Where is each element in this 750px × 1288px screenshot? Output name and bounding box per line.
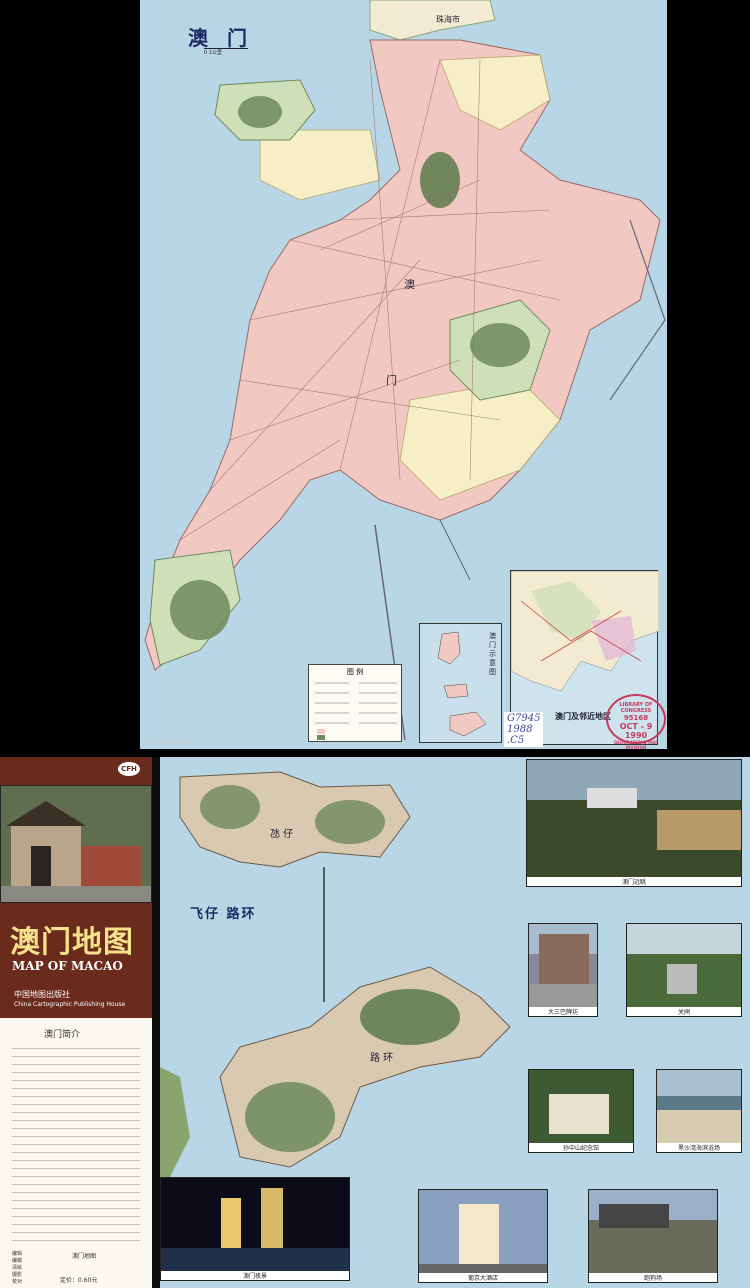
credit-label: 校对 bbox=[12, 1279, 23, 1285]
credit-label: 清绘 bbox=[12, 1265, 23, 1271]
back-title: 澳门地图 bbox=[72, 1253, 97, 1260]
photo-caption: 澳门远眺 bbox=[527, 877, 741, 886]
cover-title-cn: 澳门地图 bbox=[10, 925, 134, 960]
islands-map-title: 飞仔 路环 bbox=[190, 907, 257, 922]
photo-caption: 关闸 bbox=[627, 1007, 741, 1016]
photo-art bbox=[529, 1070, 633, 1144]
inset-schematic-title: 澳门示意图 bbox=[489, 632, 496, 676]
cover-temple-photo bbox=[0, 785, 152, 903]
map-title: 澳 门 bbox=[188, 26, 253, 50]
credit-label: 编稿 bbox=[12, 1258, 23, 1264]
photo-caption: 大三巴牌坊 bbox=[529, 1007, 597, 1016]
library-of-congress-stamp: LIBRARY OF CONGRESS 95168 OCT - 9 1990 G… bbox=[606, 694, 666, 749]
credits-block: 编辑 编稿 清绘 摄影 校对 bbox=[12, 1251, 52, 1286]
cover-publisher-en: China Cartographic Publishing House bbox=[14, 1001, 126, 1008]
stamp-line-4: GEOGRAPHY & MAP DIVISION bbox=[613, 740, 659, 749]
photo-caption: 澳门夜景 bbox=[161, 1271, 349, 1280]
label-taipa: 氹 仔 bbox=[270, 829, 294, 840]
photo-hac-sa-beach: 黑沙湾海滨浴场 bbox=[656, 1069, 742, 1153]
photo-canidrome: 跑狗场 bbox=[588, 1189, 718, 1283]
label-macau-center-2: 门 bbox=[386, 374, 397, 387]
photo-st-pauls-ruins: 大三巴牌坊 bbox=[528, 923, 598, 1017]
scale-bar-label: 0 1公里 bbox=[204, 48, 248, 56]
photo-caption: 跑狗场 bbox=[589, 1273, 717, 1282]
inset-macau-schematic: 澳门示意图 bbox=[419, 623, 502, 743]
photo-art bbox=[161, 1178, 349, 1272]
photo-art bbox=[589, 1190, 717, 1274]
photo-macau-view: 澳门远眺 bbox=[526, 759, 742, 887]
cover-title-en: MAP OF MACAO bbox=[12, 959, 123, 973]
photo-macau-night: 澳门夜景 bbox=[160, 1177, 350, 1281]
side-number-note: 90-684066 bbox=[146, 738, 190, 747]
legend-title: 图 例 bbox=[346, 668, 364, 676]
photo-sun-yat-sen-memorial: 孙中山纪念馆 bbox=[528, 1069, 634, 1153]
macau-main-map-sheet: 澳 门 0 1公里 珠海市 澳 门 图 例 澳门示意图 澳门及邻近地区 LIBR… bbox=[140, 0, 667, 749]
intro-title: 澳门简介 bbox=[44, 1030, 81, 1040]
inset-region-title: 澳门及邻近地区 bbox=[555, 712, 611, 721]
photo-caption: 孙中山纪念馆 bbox=[529, 1143, 633, 1152]
photo-art bbox=[529, 924, 597, 1008]
photo-art bbox=[627, 924, 741, 1008]
cover-title-band: 澳门地图 MAP OF MACAO 中国地图出版社 China Cartogra… bbox=[0, 903, 152, 1018]
stamp-line-1: LIBRARY OF CONGRESS bbox=[619, 702, 653, 714]
photo-border-gate: 关闸 bbox=[626, 923, 742, 1017]
legend-symbols bbox=[315, 682, 397, 740]
cover-publisher-cn: 中国地图出版社 bbox=[14, 990, 70, 999]
stamp-line-2: 95168 bbox=[623, 714, 649, 722]
temple-photo-art bbox=[1, 786, 151, 902]
credit-label: 摄影 bbox=[12, 1272, 23, 1278]
photo-art bbox=[527, 760, 741, 878]
label-macau-center: 澳 bbox=[404, 278, 415, 291]
photo-caption: 黑沙湾海滨浴场 bbox=[657, 1143, 741, 1152]
stamp-line-3: OCT - 9 1990 bbox=[619, 722, 653, 740]
call-number-note: G7945 1988 .C5 bbox=[504, 712, 544, 747]
map-legend: 图 例 bbox=[308, 664, 402, 742]
cover-panel: CFH 澳门地图 MAP OF MACAO 中国地图出版社 China Cart… bbox=[0, 757, 152, 1288]
credit-label: 编辑 bbox=[12, 1251, 23, 1257]
islands-map-area: 飞仔 路环 氹 仔 路 环 澳门远眺 大三巴牌坊 关闸 孙中山纪念馆 黑沙湾海滨… bbox=[160, 757, 750, 1288]
photo-caption: 葡京大酒店 bbox=[419, 1273, 547, 1282]
photo-art bbox=[657, 1070, 741, 1144]
photo-lisboa-hotel: 葡京大酒店 bbox=[418, 1189, 548, 1283]
price-label: 定价：0.60元 bbox=[60, 1277, 98, 1284]
cover-top-band: CFH bbox=[0, 757, 152, 785]
photo-art bbox=[419, 1190, 547, 1274]
label-zhuhai: 珠海市 bbox=[436, 15, 460, 24]
label-coloane: 路 环 bbox=[370, 1053, 394, 1064]
publisher-logo: CFH bbox=[118, 762, 140, 776]
lower-sheet: CFH 澳门地图 MAP OF MACAO 中国地图出版社 China Cart… bbox=[0, 757, 750, 1288]
intro-body-text bbox=[12, 1045, 140, 1245]
